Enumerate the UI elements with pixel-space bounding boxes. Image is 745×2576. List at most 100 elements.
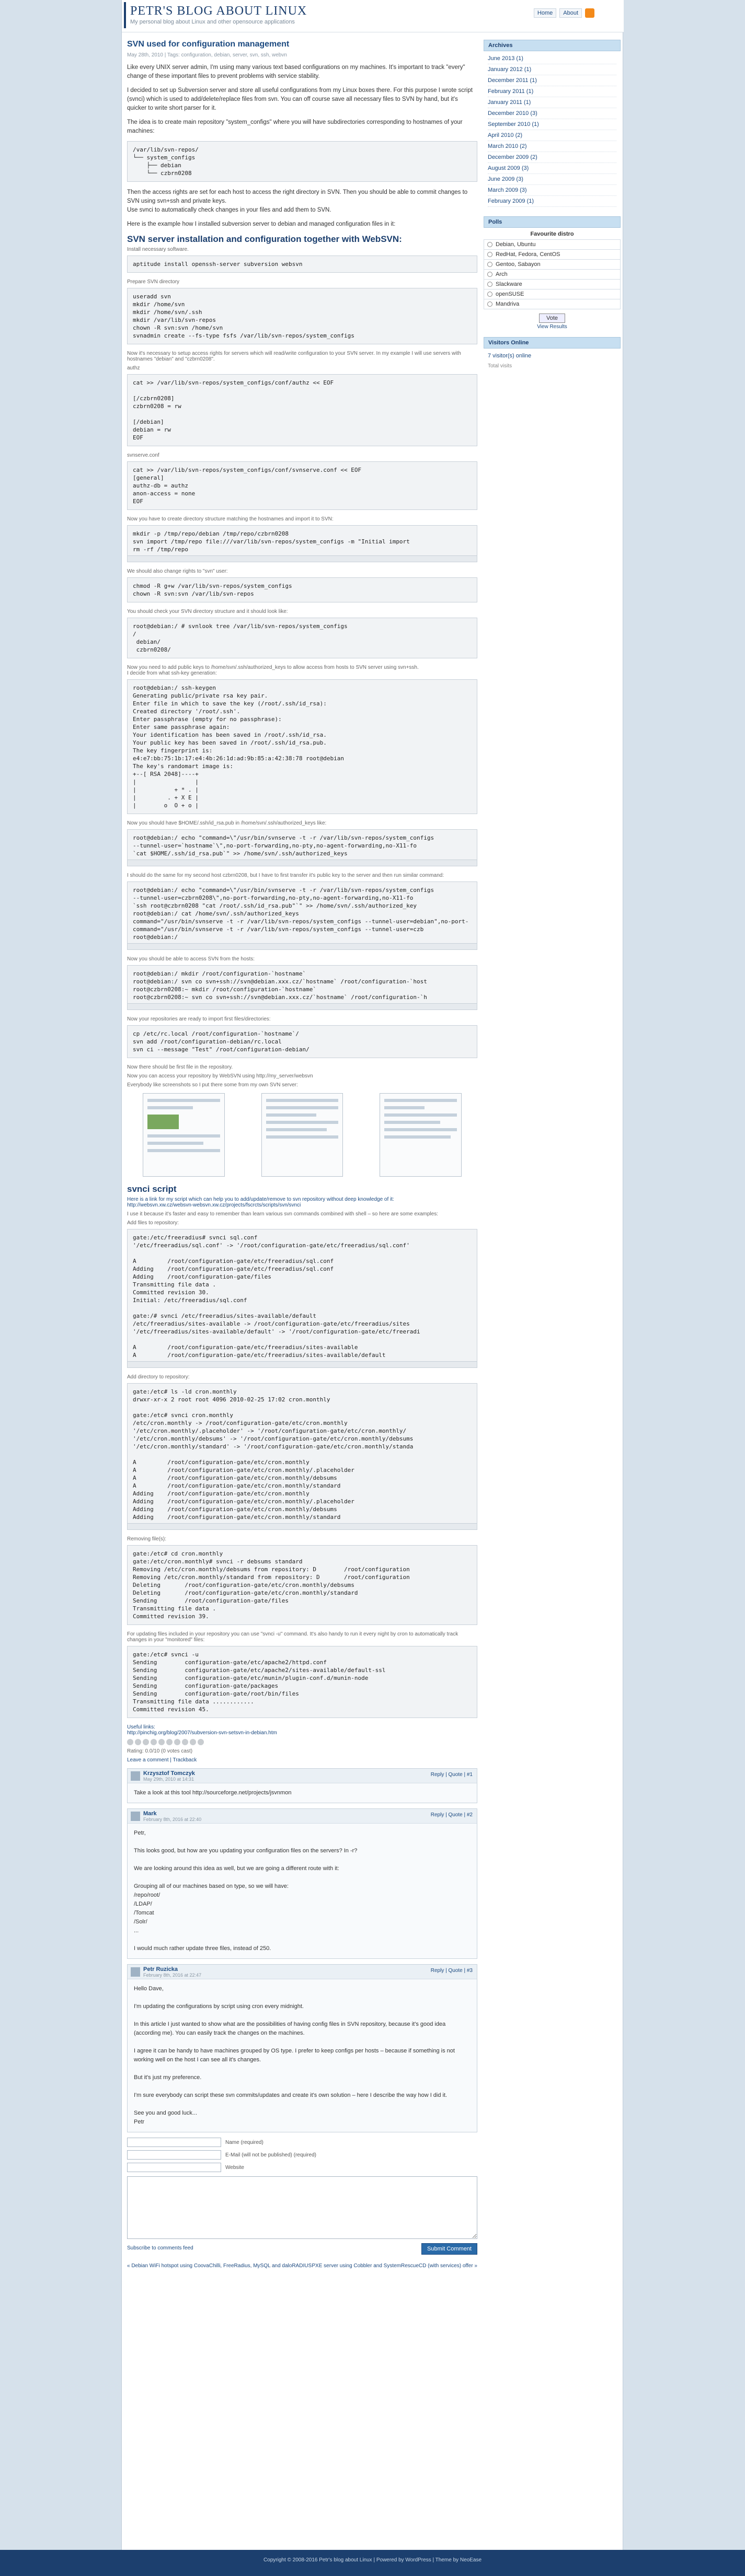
archive-link[interactable]: January 2011 (1) bbox=[488, 97, 616, 108]
rating-star-icon[interactable] bbox=[182, 1739, 188, 1745]
horizontal-scrollbar[interactable] bbox=[128, 1003, 477, 1009]
form-footer: Subscribe to comments feed Submit Commen… bbox=[127, 2243, 477, 2255]
reply-quote-link[interactable]: Reply | Quote | #3 bbox=[431, 1968, 473, 1974]
code-block-prepare: useradd svn mkdir /home/svn mkdir /home/… bbox=[127, 288, 477, 344]
site-title[interactable]: PETR'S BLOG ABOUT LINUX bbox=[130, 4, 307, 18]
archive-link[interactable]: August 2009 (3) bbox=[488, 163, 616, 174]
poll-option[interactable]: Mandriva bbox=[484, 299, 621, 309]
nav-home[interactable]: Home bbox=[533, 8, 557, 18]
poll-option-label: RedHat, Fedora, CentOS bbox=[496, 251, 560, 258]
websvn-screenshot[interactable] bbox=[380, 1093, 462, 1177]
code-text: gate:/etc# ls -ld cron.monthly drwxr-xr-… bbox=[133, 1388, 414, 1521]
horizontal-scrollbar[interactable] bbox=[128, 555, 477, 562]
archive-link[interactable]: February 2011 (1) bbox=[488, 86, 616, 97]
file-label-authz: authz bbox=[127, 365, 140, 371]
archive-link[interactable]: June 2013 (1) bbox=[488, 53, 616, 64]
post-title[interactable]: SVN used for configuration management bbox=[127, 40, 477, 50]
horizontal-scrollbar[interactable] bbox=[128, 943, 477, 949]
vote-button[interactable]: Vote bbox=[539, 314, 565, 323]
rss-feed-icon[interactable] bbox=[585, 8, 594, 18]
rating-star-icon[interactable] bbox=[190, 1739, 196, 1745]
code-block-authz: cat >> /var/lib/svn-repos/system_configs… bbox=[127, 374, 477, 446]
step-label: Now you need to add public keys to /home… bbox=[127, 665, 419, 676]
comment-date: May 29th, 2010 at 14:31 bbox=[143, 1777, 194, 1782]
leave-comment-link[interactable]: Leave a comment | Trackback bbox=[127, 1757, 477, 1763]
horizontal-scrollbar[interactable] bbox=[128, 860, 477, 866]
polls-widget: Polls Favourite distro Debian, Ubuntu Re… bbox=[484, 216, 621, 330]
reply-quote-link[interactable]: Reply | Quote | #2 bbox=[431, 1812, 473, 1818]
archives-list: June 2013 (1) January 2012 (1) December … bbox=[484, 51, 621, 209]
rating-star-icon[interactable] bbox=[127, 1739, 133, 1745]
star-rating[interactable] bbox=[127, 1739, 477, 1745]
archive-link[interactable]: January 2012 (1) bbox=[488, 64, 616, 75]
name-input[interactable] bbox=[127, 2138, 221, 2147]
code-block-svnci-add: gate:/etc/freeradius# svnci sql.conf '/e… bbox=[127, 1229, 477, 1368]
archive-link[interactable]: March 2009 (3) bbox=[488, 185, 616, 196]
poll-option[interactable]: openSUSE bbox=[484, 289, 621, 299]
section-heading: svnci script bbox=[127, 1184, 177, 1194]
poll-option[interactable]: Debian, Ubuntu bbox=[484, 239, 621, 250]
rating-star-icon[interactable] bbox=[166, 1739, 173, 1745]
radio-button[interactable] bbox=[487, 242, 492, 247]
comment-author[interactable]: Mark bbox=[143, 1811, 157, 1817]
site-description: My personal blog about Linux and other o… bbox=[130, 19, 295, 25]
code-text: gate:/etc/freeradius# svnci sql.conf '/e… bbox=[133, 1234, 420, 1359]
avatar bbox=[131, 1967, 140, 1977]
code-block-keygen: root@debian:/ ssh-keygen Generating publ… bbox=[127, 679, 477, 814]
archive-link[interactable]: June 2009 (3) bbox=[488, 174, 616, 185]
poll-option[interactable]: Gentoo, Sabayon bbox=[484, 260, 621, 270]
comment-author[interactable]: Petr Ruzicka bbox=[143, 1966, 178, 1972]
archive-link[interactable]: September 2010 (1) bbox=[488, 119, 616, 130]
archive-link[interactable]: December 2011 (1) bbox=[488, 75, 616, 86]
websvn-screenshot[interactable] bbox=[261, 1093, 343, 1177]
archive-link[interactable]: December 2009 (2) bbox=[488, 152, 616, 163]
horizontal-scrollbar[interactable] bbox=[128, 1361, 477, 1367]
subscribe-link[interactable]: Subscribe to comments feed bbox=[127, 2245, 193, 2251]
email-input[interactable] bbox=[127, 2150, 221, 2160]
visitors-subtext: Total visits bbox=[488, 363, 512, 369]
radio-button[interactable] bbox=[487, 262, 492, 267]
archive-link[interactable]: February 2009 (1) bbox=[488, 196, 616, 207]
rating-star-icon[interactable] bbox=[198, 1739, 204, 1745]
post-paragraph: Here is the example how I installed subv… bbox=[127, 221, 396, 227]
poll-option[interactable]: RedHat, Fedora, CentOS bbox=[484, 250, 621, 260]
post-meta: May 28th, 2010 | Tags: configuration, de… bbox=[127, 52, 287, 58]
radio-button[interactable] bbox=[487, 301, 492, 307]
nav-about[interactable]: About bbox=[559, 8, 582, 18]
next-post-link[interactable]: PXE server using Cobbler and SystemRescu… bbox=[312, 2263, 477, 2269]
archive-link[interactable]: December 2010 (3) bbox=[488, 108, 616, 119]
code-block-second-host: root@debian:/ echo "command=\"/usr/bin/s… bbox=[127, 881, 477, 950]
code-text: mkdir -p /tmp/repo/debian /tmp/repo/czbr… bbox=[133, 530, 410, 553]
comment-textarea[interactable] bbox=[127, 2176, 477, 2239]
comment-author[interactable]: Krzysztof Tomczyk bbox=[143, 1770, 195, 1777]
rating-star-icon[interactable] bbox=[174, 1739, 180, 1745]
radio-button[interactable] bbox=[487, 272, 492, 277]
website-input[interactable] bbox=[127, 2163, 221, 2172]
poll-option[interactable]: Slackware bbox=[484, 280, 621, 289]
code-block-chown: chmod -R g+w /var/lib/svn-repos/system_c… bbox=[127, 577, 477, 602]
rating-star-icon[interactable] bbox=[151, 1739, 157, 1745]
useful-links[interactable]: Useful links: http://pinchig.org/blog/20… bbox=[127, 1724, 477, 1736]
radio-button[interactable] bbox=[487, 282, 492, 287]
radio-button[interactable] bbox=[487, 252, 492, 257]
archive-link[interactable]: March 2010 (2) bbox=[488, 141, 616, 152]
radio-button[interactable] bbox=[487, 292, 492, 297]
poll-option[interactable]: Arch bbox=[484, 270, 621, 280]
poll-option-label: Mandriva bbox=[496, 301, 520, 307]
comment-header: Mark February 8th, 2016 at 22:40 Reply |… bbox=[128, 1809, 477, 1824]
rating-star-icon[interactable] bbox=[158, 1739, 165, 1745]
previous-post-link[interactable]: « Debian WiFi hotspot using CoovaChilli,… bbox=[127, 2263, 312, 2269]
step-label: Now your repositories are ready to impor… bbox=[127, 1016, 271, 1022]
reply-quote-link[interactable]: Reply | Quote | #1 bbox=[431, 1772, 473, 1778]
view-results-link[interactable]: View Results bbox=[484, 324, 621, 330]
step-label: Add files to repository: bbox=[127, 1220, 179, 1226]
rating-star-icon[interactable] bbox=[143, 1739, 149, 1745]
script-link[interactable]: Here is a link for my script which can h… bbox=[127, 1197, 477, 1208]
websvn-screenshot[interactable] bbox=[143, 1093, 225, 1177]
horizontal-scrollbar[interactable] bbox=[128, 1523, 477, 1529]
archive-link[interactable]: April 2010 (2) bbox=[488, 130, 616, 141]
rating-star-icon[interactable] bbox=[135, 1739, 141, 1745]
visitors-online-count: 7 visitor(s) online bbox=[488, 353, 532, 359]
submit-comment-button[interactable]: Submit Comment bbox=[421, 2243, 477, 2255]
email-field-row: E-Mail (will not be published) (required… bbox=[127, 2150, 477, 2160]
